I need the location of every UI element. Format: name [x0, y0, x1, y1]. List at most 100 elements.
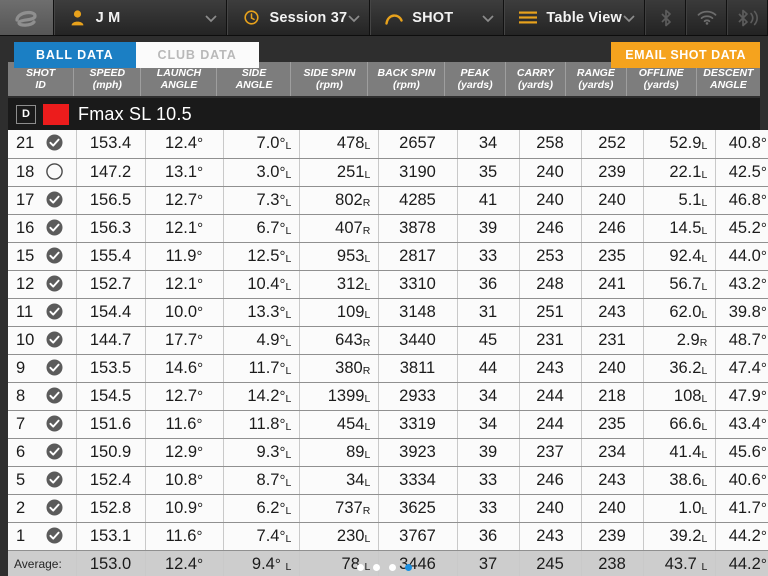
average-launch-angle: 12.4° [145, 550, 224, 576]
cell-launch-angle: 17.7° [145, 326, 224, 355]
cell-offline: 108L [643, 382, 716, 411]
cell-side-spin: 802R [299, 186, 379, 215]
bluetooth-icon[interactable] [645, 0, 686, 35]
pagination-dot[interactable] [404, 564, 412, 571]
cell-carry: 246 [519, 466, 582, 495]
user-selector[interactable]: J M [53, 0, 228, 35]
shot-selected-check-icon[interactable] [46, 443, 63, 460]
cell-shot-id[interactable]: 1 [8, 522, 77, 551]
table-row[interactable]: 5 152.4 10.8° 8.7°L 34L 3334 33 246 243 38.6L 40.6… [8, 466, 768, 495]
chevron-down-icon[interactable] [481, 11, 495, 25]
cell-peak: 33 [457, 242, 520, 271]
tab-strip: BALL DATA CLUB DATA EMAIL SHOT DATA [0, 36, 768, 68]
table-row[interactable]: 2 152.8 10.9° 6.2°L 737R 3625 33 240 240 1.0L 41.7… [8, 494, 768, 523]
table-row[interactable]: 7 151.6 11.6° 11.8°L 454L 3319 34 244 235 66.6L 43… [8, 410, 768, 439]
shot-selected-check-icon[interactable] [46, 527, 63, 544]
tab-ball-data[interactable]: BALL DATA [14, 42, 136, 68]
cell-descent-angle: 44.2° [715, 522, 768, 551]
cell-descent-angle: 42.5° [715, 158, 768, 187]
table-row[interactable]: 15 155.4 11.9° 12.5°L 953L 2817 33 253 235 92.4L 4… [8, 242, 768, 271]
bluetooth-signal-icon[interactable] [727, 0, 768, 35]
cell-carry: 240 [519, 494, 582, 523]
shot-selected-check-icon[interactable] [46, 134, 63, 151]
cell-shot-id[interactable]: 10 [8, 326, 77, 355]
cell-back-spin: 4285 [378, 186, 458, 215]
table-row[interactable]: 9 153.5 14.6° 11.7°L 380R 3811 44 243 240 36.2L 47… [8, 354, 768, 383]
chevron-down-icon[interactable] [347, 11, 361, 25]
shot-selected-check-icon[interactable] [46, 331, 63, 348]
shot-selected-check-icon[interactable] [46, 359, 63, 376]
pagination-dot[interactable] [356, 564, 364, 571]
cell-shot-id[interactable]: 5 [8, 466, 77, 495]
cell-speed: 156.3 [76, 214, 146, 243]
shot-selected-check-icon[interactable] [46, 275, 63, 292]
table-row[interactable]: 17 156.5 12.7° 7.3°L 802R 4285 41 240 240 5.1L 46.… [8, 186, 768, 215]
shot-selected-check-icon[interactable] [46, 471, 63, 488]
pagination-dot[interactable] [388, 564, 396, 571]
cell-descent-angle: 40.8° [715, 130, 768, 159]
shot-selected-check-icon[interactable] [46, 191, 63, 208]
shot-selected-check-icon[interactable] [46, 219, 63, 236]
shot-selected-check-icon[interactable] [46, 387, 63, 404]
cell-shot-id[interactable]: 11 [8, 298, 77, 327]
cell-shot-id[interactable]: 9 [8, 354, 77, 383]
table-row[interactable]: 10 144.7 17.7° 4.9°L 643R 3440 45 231 231 2.9R 48.… [8, 326, 768, 355]
shot-selected-check-icon[interactable] [46, 247, 63, 264]
cell-shot-id[interactable]: 12 [8, 270, 77, 299]
shot-selected-check-icon[interactable] [46, 303, 63, 320]
table-row[interactable]: 12 152.7 12.1° 10.4°L 312L 3310 36 248 241 56.7L 4… [8, 270, 768, 299]
cell-peak: 31 [457, 298, 520, 327]
pagination-dot[interactable] [372, 564, 380, 571]
tab-club-data[interactable]: CLUB DATA [135, 42, 259, 68]
cell-shot-id[interactable]: 7 [8, 410, 77, 439]
club-header-row[interactable]: D Fmax SL 10.5 [8, 98, 760, 130]
cell-range: 234 [581, 438, 644, 467]
shot-selected-check-icon[interactable] [46, 499, 63, 516]
cell-shot-id[interactable]: 16 [8, 214, 77, 243]
cell-shot-id[interactable]: 18 [8, 158, 77, 187]
shot-selected-check-icon[interactable] [46, 415, 63, 432]
cell-shot-id[interactable]: 8 [8, 382, 77, 411]
cell-speed: 152.4 [76, 466, 146, 495]
table-row[interactable]: 21 153.4 12.4° 7.0°L 478L 2657 34 258 252 52.9L 40… [8, 130, 768, 159]
average-label: Average: [8, 550, 77, 576]
table-row[interactable]: 6 150.9 12.9° 9.3°L 89L 3923 39 237 234 41.4L 45.6… [8, 438, 768, 467]
wifi-icon[interactable] [686, 0, 727, 35]
cell-side-spin: 953L [299, 242, 379, 271]
shot-label: SHOT [412, 9, 454, 26]
column-header-line1: LAUNCH [156, 66, 202, 79]
cell-shot-id[interactable]: 2 [8, 494, 77, 523]
cell-shot-id[interactable]: 21 [8, 130, 77, 159]
table-row[interactable]: 18 147.2 13.1° 3.0°L 251L 3190 35 240 239 22.1L 42… [8, 158, 768, 187]
shot-data-table: 21 153.4 12.4° 7.0°L 478L 2657 34 258 252 52.9L 40… [8, 130, 768, 576]
cell-launch-angle: 13.1° [145, 158, 224, 187]
cell-shot-id[interactable]: 6 [8, 438, 77, 467]
cell-side-angle: 3.0°L [223, 158, 300, 187]
email-shot-data-button[interactable]: EMAIL SHOT DATA [611, 42, 760, 68]
cell-descent-angle: 47.9° [715, 382, 768, 411]
table-row[interactable]: 8 154.5 12.7° 14.2°L 1399L 2933 34 244 218 108L 47… [8, 382, 768, 411]
cell-descent-angle: 45.6° [715, 438, 768, 467]
cell-offline: 14.5L [643, 214, 716, 243]
clock-icon [240, 10, 262, 25]
cell-peak: 45 [457, 326, 520, 355]
table-row[interactable]: 16 156.3 12.1° 6.7°L 407R 3878 39 246 246 14.5L 45… [8, 214, 768, 243]
app-logo[interactable] [0, 0, 54, 35]
table-row[interactable]: 11 154.4 10.0° 13.3°L 109L 3148 31 251 243 62.0L 3… [8, 298, 768, 327]
chevron-down-icon[interactable] [204, 11, 218, 25]
cell-peak: 33 [457, 466, 520, 495]
cell-speed: 151.6 [76, 410, 146, 439]
pagination-dots[interactable] [0, 564, 768, 571]
chevron-down-icon[interactable] [622, 11, 636, 25]
cell-shot-id[interactable]: 17 [8, 186, 77, 215]
cell-range: 235 [581, 410, 644, 439]
view-selector[interactable]: Table View [504, 0, 645, 35]
club-type-badge: D [16, 104, 36, 124]
cell-shot-id[interactable]: 15 [8, 242, 77, 271]
session-selector[interactable]: Session 37 [227, 0, 371, 35]
table-row[interactable]: 1 153.1 11.6° 7.4°L 230L 3767 36 243 239 39.2L 44.… [8, 522, 768, 551]
shot-selector[interactable]: SHOT [370, 0, 505, 35]
average-speed: 153.0 [76, 550, 146, 576]
shot-unselected-circle-icon[interactable] [46, 162, 63, 180]
cell-peak: 34 [457, 382, 520, 411]
